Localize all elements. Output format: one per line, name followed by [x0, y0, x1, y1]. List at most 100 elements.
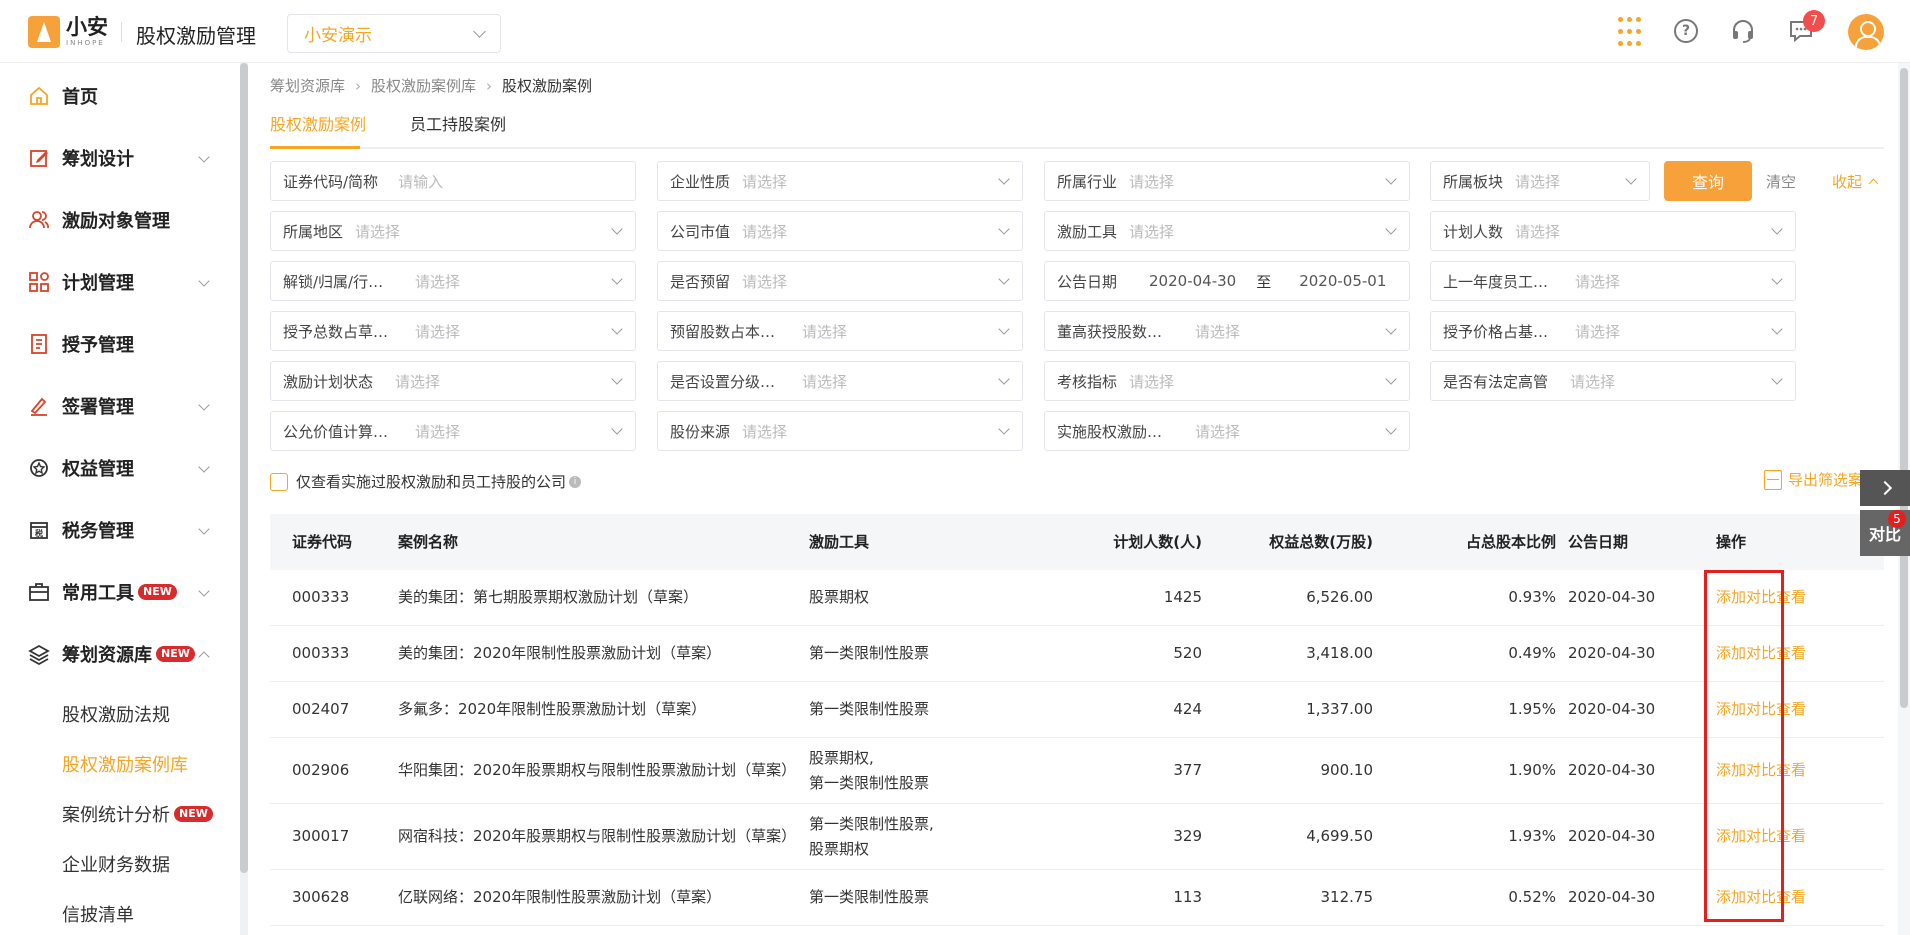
chevron-down-icon — [198, 399, 210, 411]
view-link[interactable]: 查看 — [1776, 641, 1806, 666]
filter-industry[interactable]: 所属行业 请选择 — [1044, 161, 1410, 201]
sidebar-item-tax-management[interactable]: 税 税务管理 — [0, 500, 240, 560]
chevron-down-icon — [998, 423, 1010, 435]
customer-service-icon[interactable] — [1727, 15, 1759, 47]
filter-plan-headcount[interactable]: 计划人数 请选择 — [1430, 211, 1796, 251]
filter-plan-status[interactable]: 激励计划状态 请选择 — [270, 361, 636, 401]
tool-line: 股票期权 — [809, 839, 870, 858]
cell-tool: 第一类限制性股票, 股票期权 — [809, 804, 979, 869]
user-avatar[interactable] — [1848, 14, 1884, 50]
table-row: 000333 美的集团：第七期股票期权激励计划（草案） 股票期权 1425 6,… — [270, 570, 1884, 626]
sidebar-item-common-tools[interactable]: 常用工具 NEW — [0, 562, 240, 622]
filter-placeholder: 请选择 — [1515, 222, 1561, 241]
collapse-button[interactable]: 收起 — [1832, 171, 1879, 192]
sidebar-item-resource-library[interactable]: 筹划资源库 NEW — [0, 624, 240, 684]
sidebar-subitem-case-statistics[interactable]: 案例统计分析 NEW — [0, 789, 240, 839]
filter-prior-year-employees[interactable]: 上一年度员工… 请选择 — [1430, 261, 1796, 301]
filter-board[interactable]: 所属板块 请选择 — [1430, 161, 1650, 201]
clear-button[interactable]: 清空 — [1766, 171, 1796, 192]
filter-region[interactable]: 所属地区 请选择 — [270, 211, 636, 251]
filter-tiered-setting[interactable]: 是否设置分级… 请选择 — [657, 361, 1023, 401]
sidebar-subitem-regulations[interactable]: 股权激励法规 — [0, 689, 240, 739]
filter-fair-value-calc[interactable]: 公允价值计算… 请选择 — [270, 411, 636, 451]
query-button[interactable]: 查询 — [1664, 161, 1752, 201]
view-link[interactable]: 查看 — [1776, 585, 1806, 610]
filter-placeholder: 请选择 — [1515, 172, 1561, 191]
sidebar-item-planning-design[interactable]: 筹划设计 — [0, 128, 240, 188]
filter-executive-shares[interactable]: 董高获授股数… 请选择 — [1044, 311, 1410, 351]
info-icon[interactable]: i — [569, 475, 582, 488]
filter-grant-total-ratio[interactable]: 授予总数占草… 请选择 — [270, 311, 636, 351]
chevron-down-icon — [198, 585, 210, 597]
filter-label: 激励工具 — [1057, 222, 1118, 241]
sidebar-scrollbar-thumb[interactable] — [240, 63, 248, 873]
tab-bar: 股权激励案例 员工持股案例 — [270, 109, 1884, 149]
date-from[interactable]: 2020-04-30 — [1149, 272, 1236, 290]
date-to[interactable]: 2020-05-01 — [1299, 272, 1386, 290]
sidebar-subitem-financial-data[interactable]: 企业财务数据 — [0, 839, 240, 889]
filter-market-cap[interactable]: 公司市值 请选择 — [657, 211, 1023, 251]
logo-subtext: INHOPE — [66, 39, 105, 47]
add-compare-link[interactable]: 添加对比 — [1716, 697, 1776, 722]
filter-reserved-ratio[interactable]: 预留股数占本… 请选择 — [657, 311, 1023, 351]
company-select[interactable]: 小安演示 — [287, 14, 501, 53]
add-compare-link[interactable]: 添加对比 — [1716, 885, 1776, 910]
sidebar-subitem-case-library[interactable]: 股权激励案例库 — [0, 739, 240, 789]
filter-placeholder: 请选择 — [1129, 172, 1175, 191]
sidebar-item-equity-management[interactable]: 权益管理 — [0, 438, 240, 498]
filter-unlock-vesting[interactable]: 解锁/归属/行… 请选择 — [270, 261, 636, 301]
sidebar-item-sign-management[interactable]: 签署管理 — [0, 376, 240, 436]
expand-panel-button[interactable] — [1860, 470, 1910, 506]
filter-label: 计划人数 — [1443, 222, 1504, 241]
message-count-badge: 7 — [1803, 10, 1825, 32]
filter-placeholder: 请选择 — [395, 372, 441, 391]
sidebar-item-plan-management[interactable]: 计划管理 — [0, 252, 240, 312]
view-link[interactable]: 查看 — [1776, 697, 1806, 722]
help-icon[interactable]: ? — [1670, 15, 1702, 47]
sidebar-subitem-disclosure-list[interactable]: 信披清单 — [0, 889, 240, 935]
breadcrumb-item[interactable]: 筹划资源库 — [270, 75, 345, 96]
filter-security-code[interactable]: 证券代码/简称 请输入 — [270, 161, 636, 201]
cell-equity: 1,337.00 — [1306, 700, 1373, 718]
sidebar-item-grant-management[interactable]: 授予管理 — [0, 314, 240, 374]
new-badge: NEW — [156, 646, 195, 662]
view-link[interactable]: 查看 — [1776, 885, 1806, 910]
filter-placeholder: 请选择 — [742, 422, 788, 441]
filter-statutory-executive[interactable]: 是否有法定高管 请选择 — [1430, 361, 1796, 401]
add-compare-link[interactable]: 添加对比 — [1716, 824, 1776, 849]
chevron-down-icon — [611, 423, 623, 435]
filter-incentive-tool[interactable]: 激励工具 请选择 — [1044, 211, 1410, 251]
filter-share-source[interactable]: 股份来源 请选择 — [657, 411, 1023, 451]
view-link[interactable]: 查看 — [1776, 824, 1806, 849]
tab-employee-stock-cases[interactable]: 员工持股案例 — [410, 109, 506, 149]
main-scrollbar-thumb[interactable] — [1900, 68, 1908, 708]
apps-grid-icon[interactable] — [1613, 15, 1645, 47]
tab-equity-cases[interactable]: 股权激励案例 — [270, 109, 366, 149]
sidebar-item-incentive-targets[interactable]: 激励对象管理 — [0, 190, 240, 250]
view-link[interactable]: 查看 — [1776, 758, 1806, 783]
chevron-up-icon — [1868, 178, 1879, 189]
home-icon — [28, 85, 50, 107]
filter-reserved[interactable]: 是否预留 请选择 — [657, 261, 1023, 301]
sidebar-item-label: 税务管理 — [62, 521, 134, 542]
col-header-equity: 权益总数(万股) — [1269, 532, 1373, 551]
checkbox-box[interactable] — [270, 472, 288, 491]
app-title: 股权激励管理 — [136, 24, 256, 48]
filter-announce-date[interactable]: 公告日期 2020-04-30 至 2020-05-01 — [1044, 261, 1410, 301]
sidebar-item-home[interactable]: 首页 — [0, 66, 240, 126]
filter-placeholder: 请选择 — [1570, 372, 1616, 391]
add-compare-link[interactable]: 添加对比 — [1716, 585, 1776, 610]
filter-placeholder: 请选择 — [415, 422, 461, 441]
filter-enterprise-nature[interactable]: 企业性质 请选择 — [657, 161, 1023, 201]
filter-assessment-index[interactable]: 考核指标 请选择 — [1044, 361, 1410, 401]
top-header: 小安 INHOPE 股权激励管理 小安演示 ? 7 — [0, 0, 1910, 63]
add-compare-link[interactable]: 添加对比 — [1716, 758, 1776, 783]
filter-implemented-incentive[interactable]: 实施股权激励… 请选择 — [1044, 411, 1410, 451]
filter-grant-price-ratio[interactable]: 授予价格占基… 请选择 — [1430, 311, 1796, 351]
app-logo[interactable]: 小安 INHOPE — [28, 15, 108, 49]
only-implemented-checkbox[interactable]: 仅查看实施过股权激励和员工持股的公司 i — [270, 471, 582, 492]
chevron-down-icon — [1771, 273, 1783, 285]
tool-line: 第一类限制性股票 — [809, 644, 930, 662]
add-compare-link[interactable]: 添加对比 — [1716, 641, 1776, 666]
breadcrumb-item[interactable]: 股权激励案例库 — [371, 75, 476, 96]
